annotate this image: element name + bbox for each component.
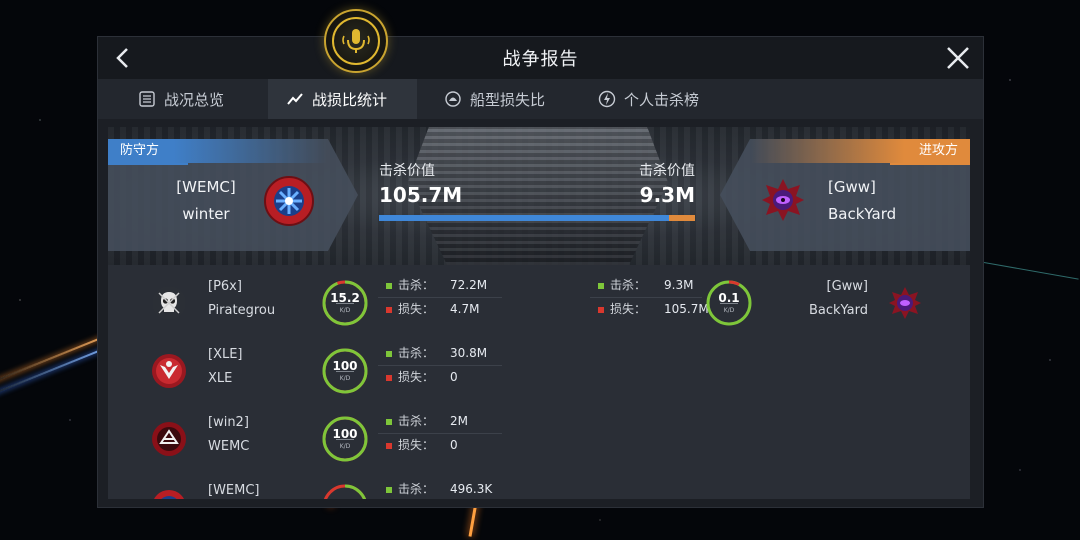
kd-value: 0.1 — [718, 291, 740, 305]
loss-marker — [386, 374, 392, 381]
tab-kill-ranking[interactable]: 个人击杀榜 — [598, 79, 699, 119]
kill-amount: 9.3M — [664, 278, 694, 292]
attacker-tag: 进攻方 — [751, 139, 970, 163]
loss-amount: 0 — [450, 370, 458, 384]
list-icon — [139, 91, 155, 107]
xle-emblem-icon — [151, 353, 187, 389]
defender-alliance-row[interactable]: [XLE] XLE 100 K/D 击杀： 30.8M 损失： 0 — [108, 341, 970, 409]
tab-ship-loss[interactable]: 船型损失比 — [444, 79, 545, 119]
attacker-emblem-icon — [760, 177, 806, 223]
attacker-alliance-row[interactable]: 击杀： 9.3M 损失： 105.7M 0.1 K/D [Gww] BackYard — [108, 273, 970, 341]
gww-emblem-icon — [887, 285, 923, 321]
defender-tag: 防守方 — [108, 139, 327, 163]
kd-label: K/D — [339, 443, 351, 450]
kill-marker — [386, 486, 392, 493]
tab-bar: 战况总览 战损比统计 船型损失比 个人击杀榜 — [98, 79, 983, 119]
kd-ring: 100 K/D — [321, 347, 369, 395]
defender-card: 防守方 [WEMC] winter — [108, 139, 358, 251]
alliance-tag: [XLE] — [208, 347, 243, 362]
kd-stats-content: 防守方 [WEMC] winter 击杀价值 105.7M 击杀价值 9.3M … — [108, 127, 970, 499]
bolt-icon — [598, 90, 616, 108]
kd-ring: 0.1 K/D — [705, 279, 753, 327]
ship-icon — [445, 91, 461, 107]
kd-label: K/D — [339, 375, 351, 382]
loss-amount: 105.7M — [664, 302, 709, 316]
divider — [108, 163, 188, 165]
attacker-alliance-tag: [Gww] — [828, 178, 876, 196]
kd-ring: K/D — [321, 483, 369, 499]
defender-name: winter — [182, 205, 230, 223]
alliance-tag: [win2] — [208, 415, 249, 430]
tab-overview[interactable]: 战况总览 — [138, 79, 224, 119]
kd-value: 100 — [332, 427, 358, 441]
defender-emblem-icon — [264, 176, 314, 226]
close-button[interactable] — [941, 41, 975, 75]
trend-icon — [287, 93, 303, 105]
divider — [378, 433, 502, 434]
attacker-kill-value: 9.3M — [639, 183, 695, 207]
kill-marker — [386, 418, 392, 425]
corp-name: XLE — [208, 371, 233, 386]
kill-amount: 2M — [450, 414, 468, 428]
divider — [890, 163, 970, 165]
microphone-icon — [332, 17, 380, 65]
kill-amount: 30.8M — [450, 346, 488, 360]
tab-label: 战损比统计 — [312, 90, 388, 109]
tab-label: 个人击杀榜 — [624, 90, 700, 109]
battle-summary-banner: 防守方 [WEMC] winter 击杀价值 105.7M 击杀价值 9.3M … — [108, 127, 970, 265]
kill-marker — [386, 350, 392, 357]
defender-alliance-row[interactable]: [win2] WEMC 100 K/D 击杀： 2M 损失： 0 — [108, 409, 970, 477]
defender-kill-value: 105.7M — [379, 183, 463, 207]
war-report-panel: 战争报告 战况总览 战损比统计 船型损失比 个人击杀榜 防守方 [WEMC] w… — [97, 9, 984, 508]
kill-label: 击杀： — [386, 479, 434, 499]
voice-chat-button[interactable] — [324, 9, 388, 73]
loss-label: 损失： — [386, 435, 434, 455]
defender-alliance-tag: [WEMC] — [176, 178, 236, 196]
kill-label: 击杀： — [386, 411, 434, 431]
tab-kd-stats[interactable]: 战损比统计 — [268, 79, 417, 119]
loss-marker — [386, 442, 392, 449]
win2-emblem-icon — [151, 421, 187, 457]
divider — [590, 297, 702, 298]
attacker-kill-value-label: 击杀价值 — [639, 163, 695, 179]
kd-label: K/D — [723, 307, 735, 314]
wemc-emblem-icon — [151, 489, 187, 499]
page-title: 战争报告 — [502, 49, 579, 70]
title-bar: 战争报告 — [98, 9, 983, 79]
defender-kill-value-label: 击杀价值 — [379, 163, 435, 179]
loss-marker — [598, 306, 604, 313]
divider — [378, 365, 502, 366]
tab-label: 战况总览 — [164, 90, 225, 109]
close-icon — [947, 47, 969, 69]
kd-ring: 100 K/D — [321, 415, 369, 463]
kill-label: 击杀： — [598, 275, 646, 295]
kd-value: 100 — [332, 359, 358, 373]
kill-marker — [598, 282, 604, 289]
defender-alliance-row[interactable]: [WEMC]K/D击杀：496.3K损失： — [108, 477, 970, 499]
tab-label: 船型损失比 — [470, 90, 546, 109]
kill-amount: 496.3K — [450, 482, 493, 496]
loss-label: 损失： — [386, 367, 434, 387]
defender-share-fill — [379, 215, 670, 221]
corp-name: WEMC — [208, 439, 250, 454]
alliance-tag: [WEMC] — [208, 483, 260, 498]
loss-amount: 0 — [450, 438, 458, 452]
attacker-name: BackYard — [828, 205, 897, 223]
corp-name: BackYard — [808, 303, 868, 318]
loss-label: 损失： — [598, 299, 646, 319]
kill-value-ratio-bar — [379, 215, 695, 221]
alliance-tag: [Gww] — [826, 279, 868, 294]
laser-beam — [983, 262, 1079, 280]
attacker-card: 进攻方 [Gww] BackYard — [720, 139, 970, 251]
kill-label: 击杀： — [386, 343, 434, 363]
